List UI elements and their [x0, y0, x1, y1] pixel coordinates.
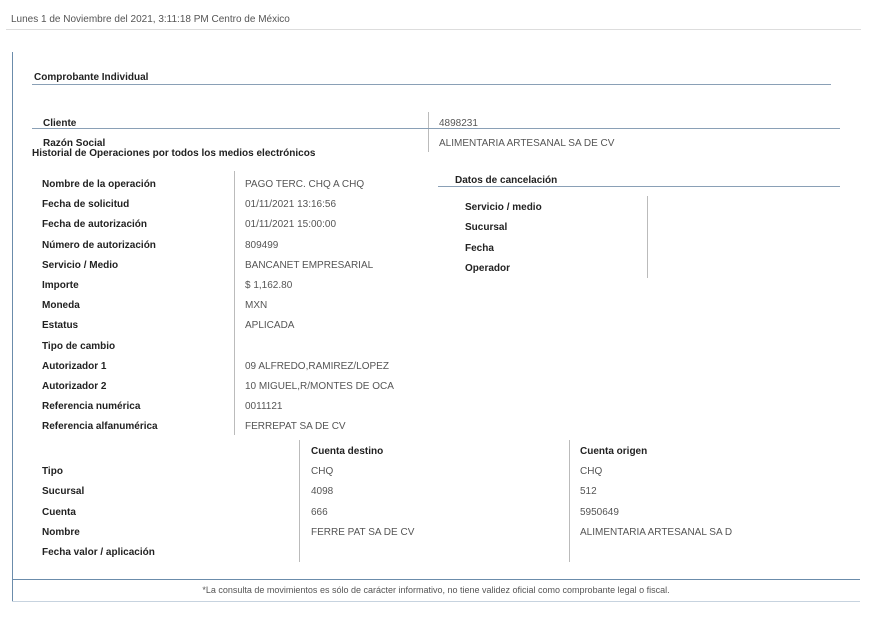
dest-header: Cuenta destino	[311, 446, 384, 457]
operation-label: Servicio / Medio	[42, 259, 119, 271]
operation-value: FERREPAT SA DE CV	[245, 421, 346, 433]
operation-column-separator	[234, 171, 235, 435]
operation-value: BANCANET EMPRESARIAL	[245, 259, 374, 271]
timestamp: Lunes 1 de Noviembre del 2021, 3:11:18 P…	[11, 14, 290, 25]
operation-label: Importe	[42, 280, 79, 291]
operation-label: Tipo de cambio	[42, 340, 116, 352]
operation-label: Fecha de solicitud	[42, 199, 130, 211]
client-separator	[428, 112, 429, 152]
operation-value: 09 ALFREDO,RAMIREZ/LOPEZ	[245, 360, 389, 372]
orig-header: Cuenta origen	[580, 446, 648, 457]
cancel-column-separator	[647, 196, 648, 278]
operation-value: 10 MIGUEL,R/MONTES DE OCA	[245, 381, 394, 392]
cancel-title: Datos de cancelación	[455, 175, 558, 186]
account-row-label: Fecha valor / aplicación	[42, 547, 155, 559]
operation-label: Número de autorización	[42, 239, 156, 251]
cancel-title-rule	[438, 186, 840, 187]
footer-note: *La consulta de movimientos es sólo de c…	[202, 585, 670, 595]
operation-value: MXN	[245, 300, 268, 312]
cancel-label: Sucursal	[465, 222, 508, 234]
operation-value: PAGO TERC. CHQ A CHQ	[245, 179, 365, 190]
operation-value: APLICADA	[245, 320, 295, 332]
dest-column-separator	[299, 440, 300, 562]
operation-value: 809499	[245, 239, 279, 251]
receipt-title-rule	[32, 84, 831, 85]
operation-label: Autorizador 1	[42, 360, 107, 372]
account-dest-value: 666	[311, 506, 328, 518]
account-orig-value: CHQ	[580, 466, 603, 477]
cancel-label: Operador	[465, 262, 511, 274]
operation-value: 01/11/2021 15:00:00	[245, 219, 337, 231]
account-orig-value: 512	[580, 486, 597, 498]
historial-title: Historial de Operaciones por todos los m…	[32, 148, 316, 159]
cancel-label: Servicio / medio	[465, 202, 542, 213]
operation-value: 01/11/2021 13:16:56	[245, 199, 337, 211]
account-dest-value: 4098	[311, 486, 334, 498]
account-row-label: Cuenta	[42, 506, 76, 518]
orig-column-separator	[569, 440, 570, 562]
account-row-label: Nombre	[42, 526, 80, 538]
operation-label: Estatus	[42, 320, 79, 332]
footer: *La consulta de movimientos es sólo de c…	[12, 579, 860, 602]
account-row-label: Tipo	[42, 466, 63, 477]
account-dest-value: FERRE PAT SA DE CV	[311, 526, 415, 538]
account-orig-value: 5950649	[580, 506, 619, 518]
operation-label: Referencia numérica	[42, 401, 141, 413]
cancel-label: Fecha	[465, 242, 494, 254]
receipt-title: Comprobante Individual	[34, 72, 149, 83]
razon-value: ALIMENTARIA ARTESANAL SA DE CV	[439, 138, 615, 149]
account-orig-value: ALIMENTARIA ARTESANAL SA D	[580, 526, 733, 538]
operation-label: Autorizador 2	[42, 381, 107, 392]
operation-value: $ 1,162.80	[245, 280, 293, 291]
operation-label: Referencia alfanumérica	[42, 421, 158, 433]
operation-value: 0011121	[245, 401, 283, 413]
frame-left-border	[12, 52, 13, 602]
operation-label: Nombre de la operación	[42, 179, 156, 190]
operation-label: Moneda	[42, 300, 80, 312]
operation-label: Fecha de autorización	[42, 219, 148, 231]
cliente-rule	[32, 128, 840, 129]
account-dest-value: CHQ	[311, 466, 334, 477]
account-row-label: Sucursal	[42, 486, 85, 498]
header-divider	[6, 29, 861, 30]
